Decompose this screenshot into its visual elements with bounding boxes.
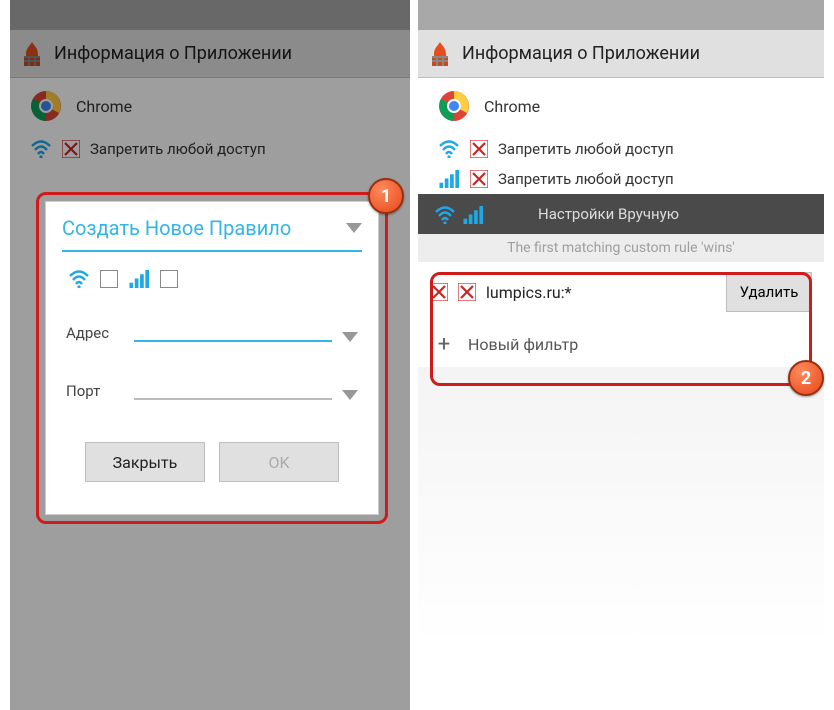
manual-header-text: Настройки Вручную — [538, 205, 679, 223]
address-input[interactable] — [134, 320, 332, 342]
cellular-checkbox[interactable] — [160, 270, 178, 288]
dialog-title-row[interactable]: Создать Новое Правило — [62, 216, 362, 252]
callout-badge-2: 2 — [788, 360, 824, 396]
app-row: Chrome — [418, 78, 824, 134]
deny-icon — [470, 140, 488, 158]
dropdown-icon — [346, 223, 362, 233]
cellular-rule-row[interactable]: Запретить любой доступ — [418, 164, 824, 194]
wifi-icon — [68, 270, 90, 288]
address-field-row: Адрес — [62, 302, 362, 360]
ok-button[interactable]: OK — [219, 442, 339, 482]
cellular-icon — [462, 206, 484, 224]
dialog-title: Создать Новое Правило — [62, 216, 291, 240]
highlight-box-2 — [430, 272, 812, 386]
cellular-rule-text: Запретить любой доступ — [498, 170, 674, 188]
port-label: Порт — [66, 382, 124, 400]
wifi-rule-row[interactable]: Запретить любой доступ — [418, 134, 824, 164]
address-label: Адрес — [66, 324, 124, 342]
callout-badge-1: 1 — [368, 178, 404, 214]
titlebar: Информация о Приложении — [418, 30, 824, 78]
port-field-row: Порт — [62, 360, 362, 418]
dialog-buttons: Закрыть OK — [62, 442, 362, 482]
create-rule-dialog: Создать Новое Правило Адрес Порт Закрыт — [45, 201, 379, 515]
page-title: Информация о Приложении — [462, 43, 700, 64]
cellular-icon — [128, 270, 150, 288]
screenshot-right: Информация о Приложении Chrome Запретить… — [418, 0, 824, 710]
deny-icon — [470, 170, 488, 188]
empty-area — [418, 367, 824, 647]
close-button[interactable]: Закрыть — [85, 442, 205, 482]
address-dropdown-icon[interactable] — [342, 332, 358, 342]
port-dropdown-icon[interactable] — [342, 390, 358, 400]
manual-settings-header[interactable]: Настройки Вручную — [418, 194, 824, 234]
wifi-checkbox[interactable] — [100, 270, 118, 288]
statusbar — [418, 0, 824, 30]
app-name: Chrome — [484, 97, 540, 116]
chrome-icon — [438, 90, 470, 122]
firewall-icon — [428, 40, 452, 68]
wifi-icon — [438, 140, 460, 158]
hint-text: The first matching custom rule 'wins' — [418, 234, 824, 262]
port-input[interactable] — [134, 378, 332, 400]
screenshot-left: Информация о Приложении Chrome Запретить… — [10, 0, 410, 710]
cellular-icon — [438, 170, 460, 188]
highlight-box-1: Создать Новое Правило Адрес Порт Закрыт — [36, 192, 388, 524]
wifi-rule-text: Запретить любой доступ — [498, 140, 674, 158]
wifi-icon — [434, 206, 456, 224]
network-type-row — [62, 266, 362, 302]
